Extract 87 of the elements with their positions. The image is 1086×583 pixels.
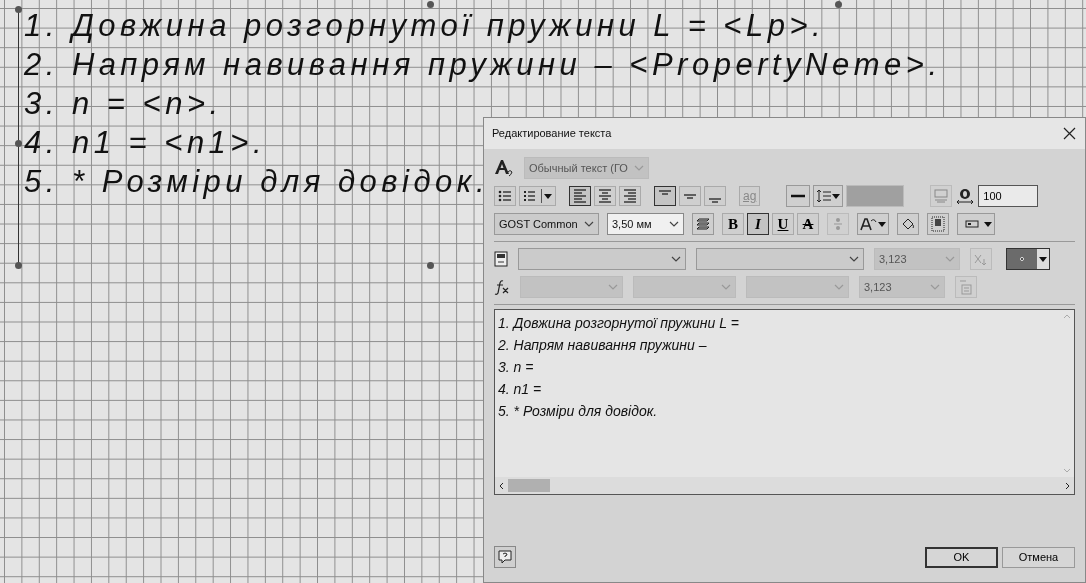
character-width-icon <box>955 187 976 205</box>
align-top-button[interactable] <box>654 186 676 206</box>
alignment-lines-icon <box>708 198 722 203</box>
annotation-text-line: 5. * Розміри для довідок. <box>24 163 490 201</box>
horizontal-scrollbar[interactable] <box>495 477 1074 494</box>
scrollbar-thumb[interactable] <box>508 479 550 492</box>
caret-icon <box>984 221 992 227</box>
editor-text-line: 2. Напрям навивання пружини – <box>498 336 707 355</box>
chevron-down-icon <box>608 284 618 290</box>
annotation-text-line: 2. Напрям навивання пружини – <PropertyNeme>. <box>24 46 942 84</box>
line-spacing-button[interactable] <box>813 185 844 207</box>
text-stack-button[interactable] <box>692 213 714 235</box>
width-factor-field[interactable]: 100 <box>978 185 1039 207</box>
alignment-lines-icon <box>596 187 614 205</box>
close-button[interactable] <box>1061 125 1077 142</box>
align-middle-button[interactable] <box>679 186 701 206</box>
chevron-down-icon <box>671 256 681 262</box>
alignment-lines-icon <box>621 187 639 205</box>
close-icon <box>1062 127 1076 140</box>
annotation-text-line: 3. n = <n>. <box>24 85 223 123</box>
chevron-down-icon <box>930 284 940 290</box>
caret-icon <box>544 193 552 199</box>
chevron-down-icon <box>849 256 859 262</box>
grip-handle[interactable] <box>835 1 842 8</box>
color-dropdown-button[interactable] <box>1006 248 1050 270</box>
parameter-icon <box>494 251 508 267</box>
variable-glyph-icon <box>973 252 989 266</box>
alignment-lines-icon <box>571 187 589 205</box>
scroll-right-icon[interactable] <box>1065 481 1070 490</box>
editor-text-line: 1. Довжина розгорнутої пружини L = <box>498 314 739 333</box>
scroll-left-icon[interactable] <box>499 481 504 490</box>
grip-handle[interactable] <box>15 262 22 269</box>
numbered-list-button[interactable] <box>519 186 556 206</box>
layers-icon <box>695 217 711 231</box>
text-frame-button[interactable] <box>927 213 949 235</box>
underline-button[interactable]: U <box>772 213 794 235</box>
editor-text-line: 3. n = <box>498 358 534 377</box>
strikethrough-button[interactable]: A <box>797 213 819 235</box>
line-style-button[interactable] <box>786 185 811 207</box>
text-frame-icon <box>931 216 945 232</box>
text-edit-area[interactable]: 1. Довжина розгорнутої пружини L = 2. Напрям навивання пружини – 3. n = 4. n1 = 5. * Розміри для довідок. <box>494 309 1075 495</box>
dialog-title: Редактирование текста <box>492 126 612 142</box>
chevron-down-icon <box>834 284 844 290</box>
fill-bucket-button[interactable] <box>897 213 919 235</box>
editor-text-line: 4. n1 = <box>498 380 542 399</box>
caret-icon <box>832 193 841 199</box>
align-center-button[interactable] <box>594 186 616 206</box>
document-icon <box>959 279 973 295</box>
help-icon <box>498 550 512 564</box>
bold-button[interactable]: B <box>722 213 744 235</box>
align-left-button[interactable] <box>569 186 591 206</box>
align-right-button[interactable] <box>619 186 641 206</box>
precision-select[interactable]: 3,123 <box>874 248 960 270</box>
bullet-list-button[interactable] <box>494 186 516 206</box>
alignment-lines-icon <box>683 193 697 199</box>
align-bottom-button[interactable] <box>704 186 726 206</box>
text-style-icon <box>494 159 514 177</box>
editor-text-line: 5. * Розміри для довідок. <box>498 402 658 421</box>
text-height-select[interactable]: 3,50 мм <box>607 213 684 235</box>
field-icon <box>965 220 979 228</box>
grip-handle[interactable] <box>15 6 22 13</box>
line-spacing-icon <box>816 189 833 203</box>
precision-select[interactable]: 3,123 <box>859 276 945 298</box>
dialog-button[interactable]: OK <box>925 546 998 568</box>
caret-icon <box>1039 256 1047 262</box>
alignment-lines-icon <box>658 190 672 195</box>
grip-handle[interactable] <box>15 140 22 147</box>
caret-icon <box>878 221 886 227</box>
fraction-icon <box>832 216 844 232</box>
grip-handle[interactable] <box>427 1 434 8</box>
chevron-down-icon <box>721 284 731 290</box>
chevron-down-icon <box>945 256 955 262</box>
help-button[interactable] <box>494 546 516 568</box>
annotation-text-line: 4. n1 = <n1>. <box>24 124 267 162</box>
chevron-down-icon <box>584 221 594 227</box>
chevron-down-icon <box>669 221 679 227</box>
symbol-dropdown-button[interactable] <box>957 213 995 235</box>
function-icon <box>494 279 510 295</box>
italic-button[interactable]: I <box>747 213 769 235</box>
letter-case-icon <box>860 217 878 231</box>
change-case-button[interactable] <box>857 213 889 235</box>
font-select[interactable]: GOST Common <box>494 213 599 235</box>
grip-handle[interactable] <box>427 262 434 269</box>
annotation-text-line: 1. Довжина розгорнутої пружини L = <Lp>. <box>24 7 826 45</box>
dialog-button[interactable]: Отмена <box>1002 546 1075 568</box>
color-swatch[interactable] <box>846 185 905 207</box>
chevron-down-icon <box>634 165 644 171</box>
